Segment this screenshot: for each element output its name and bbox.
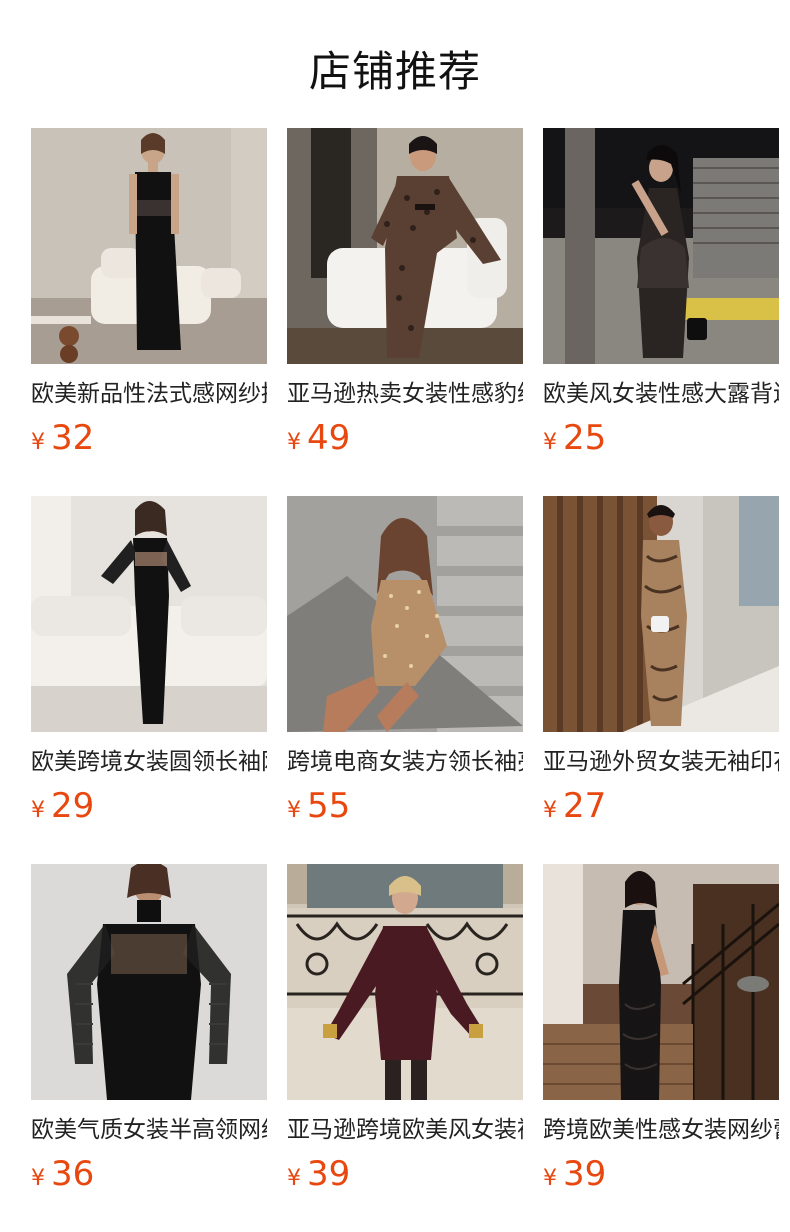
product-price: ¥49 [287, 418, 523, 458]
product-image[interactable] [543, 496, 779, 732]
product-name[interactable]: 欧美气质女装半高领网纱长袖连衣裙 [31, 1114, 267, 1146]
product-name[interactable]: 跨境电商女装方领长袖亮片短裙 [287, 746, 523, 778]
product-image[interactable] [287, 128, 523, 364]
currency-symbol: ¥ [287, 798, 301, 823]
currency-symbol: ¥ [543, 798, 557, 823]
currency-symbol: ¥ [31, 430, 45, 455]
product-price: ¥55 [287, 786, 523, 826]
product-image[interactable] [287, 864, 523, 1100]
currency-symbol: ¥ [31, 1166, 45, 1191]
product-card[interactable]: 亚马逊外贸女装无袖印花长裙 ¥27 [543, 496, 779, 864]
product-image[interactable] [543, 864, 779, 1100]
price-value: 39 [563, 1154, 607, 1194]
product-name[interactable]: 亚马逊跨境欧美风女装褶皱短裙 [287, 1114, 523, 1146]
product-card[interactable]: 欧美气质女装半高领网纱长袖连衣裙 ¥36 [31, 864, 267, 1232]
product-price: ¥27 [543, 786, 779, 826]
price-value: 29 [51, 786, 95, 826]
product-price: ¥36 [31, 1154, 267, 1194]
currency-symbol: ¥ [31, 798, 45, 823]
product-image[interactable] [31, 496, 267, 732]
product-image[interactable] [543, 128, 779, 364]
store-recommendations-page: 店铺推荐 欧美新品性法式感网纱 ¥ 32 亚马逊热卖女装性感豹 ¥ 49 欧美风… [0, 0, 790, 1232]
price-value: 32 [51, 418, 95, 458]
currency-symbol: ¥ [543, 1166, 557, 1191]
product-name[interactable]: 欧美跨境女装圆领长袖网纱连衣裙 [31, 746, 267, 778]
product-price: ¥25 [543, 418, 779, 458]
currency-symbol: ¥ [287, 1166, 301, 1191]
page-title: 店铺推荐 [308, 47, 481, 96]
product-card[interactable]: 亚马逊热卖女装性感豹纹网纱长裙 ¥49 [287, 128, 523, 496]
currency-symbol: ¥ [543, 430, 557, 455]
price-value: 36 [51, 1154, 95, 1194]
product-name[interactable]: 欧美新品性法式感网纱拼接吊带连衣裙 [31, 378, 267, 410]
product-card[interactable]: 跨境电商女装方领长袖亮片短裙 ¥55 [287, 496, 523, 864]
product-price: ¥32 [31, 418, 267, 458]
price-value: 39 [307, 1154, 351, 1194]
product-card[interactable]: 跨境欧美性感女装网纱蕾丝长裙 ¥39 [543, 864, 779, 1232]
product-name[interactable]: 欧美风女装性感大露背连衣裙 [543, 378, 779, 410]
product-image[interactable] [287, 496, 523, 732]
product-card[interactable]: 欧美新品性法式感网纱拼接吊带连衣裙 ¥32 [31, 128, 267, 496]
price-value: 49 [307, 418, 351, 458]
product-image[interactable] [31, 864, 267, 1100]
price-value: 55 [307, 786, 351, 826]
currency-symbol: ¥ [287, 430, 301, 455]
price-value: 25 [563, 418, 607, 458]
product-price: ¥39 [543, 1154, 779, 1194]
product-grid: 欧美新品性法式感网纱拼接吊带连衣裙 ¥32 [31, 128, 779, 1232]
product-card[interactable]: 欧美跨境女装圆领长袖网纱连衣裙 ¥29 [31, 496, 267, 864]
product-price: ¥39 [287, 1154, 523, 1194]
product-card[interactable]: 亚马逊跨境欧美风女装褶皱短裙 ¥39 [287, 864, 523, 1232]
product-name[interactable]: 跨境欧美性感女装网纱蕾丝长裙 [543, 1114, 779, 1146]
product-price: ¥29 [31, 786, 267, 826]
product-card[interactable]: 欧美风女装性感大露背连衣裙 ¥25 [543, 128, 779, 496]
product-image[interactable] [31, 128, 267, 364]
product-name[interactable]: 亚马逊热卖女装性感豹纹网纱长裙 [287, 378, 523, 410]
product-name[interactable]: 亚马逊外贸女装无袖印花长裙 [543, 746, 779, 778]
price-value: 27 [563, 786, 607, 826]
